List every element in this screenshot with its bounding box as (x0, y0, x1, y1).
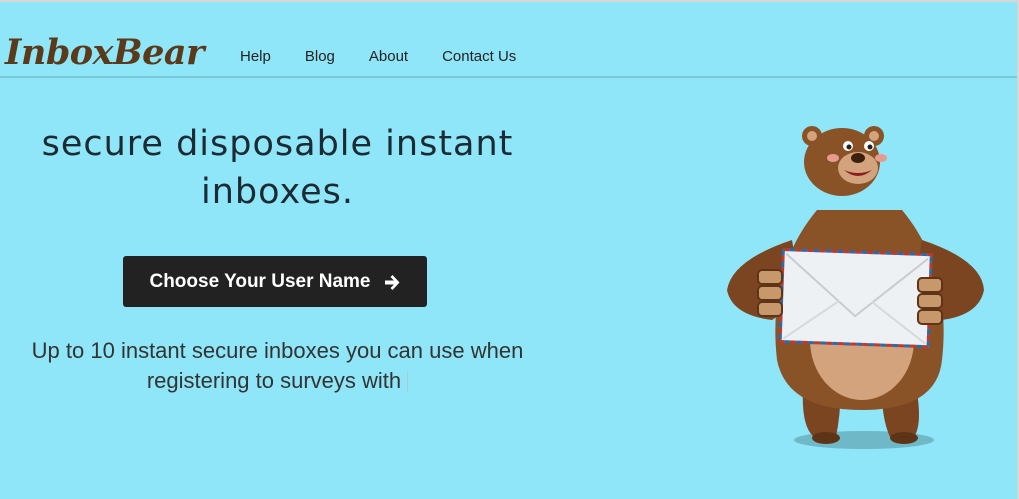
hero-title-line1: secure disposable instant (41, 124, 514, 164)
nav-contact-us[interactable]: Contact Us (442, 48, 516, 65)
site-header: InboxBear Help Blog About Contact Us (0, 2, 1017, 78)
main-nav: Help Blog About Contact Us (240, 48, 550, 65)
hero-subtitle: Up to 10 instant secure inboxes you can … (0, 336, 555, 396)
cta-label: Choose Your User Name (149, 270, 371, 292)
subtitle-line1: Up to 10 instant secure inboxes you can … (31, 338, 524, 363)
bear-mascot-illustration (722, 120, 992, 452)
subtitle-line2: registering to surveys with (0, 366, 555, 396)
hero-title: secure disposable instant inboxes. (20, 120, 535, 216)
choose-user-name-button[interactable]: Choose Your User Name (123, 256, 427, 307)
nav-blog[interactable]: Blog (305, 48, 335, 65)
arrow-right-icon (383, 273, 401, 291)
site-logo[interactable]: InboxBear (5, 32, 204, 73)
hero-title-line2: inboxes. (201, 172, 354, 212)
nav-about[interactable]: About (369, 48, 408, 65)
typing-cursor (407, 372, 409, 393)
nav-help[interactable]: Help (240, 48, 271, 65)
subtitle-line2-text: registering to surveys with (146, 368, 402, 393)
